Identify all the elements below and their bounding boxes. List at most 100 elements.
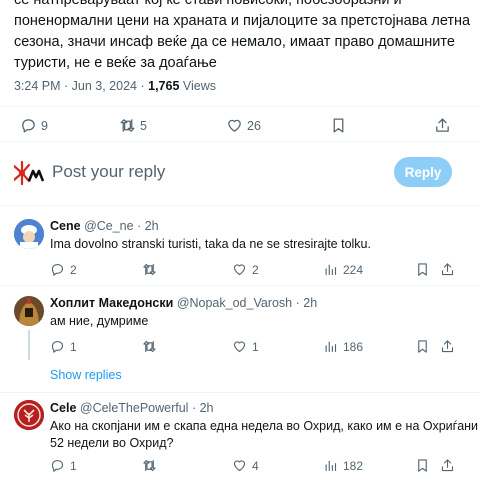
views-count: 186 (343, 339, 364, 354)
post-meta: 3:24 PM · Jun 3, 2024 · 1,765 Views (14, 79, 216, 93)
show-replies-link[interactable]: Show replies (50, 368, 122, 382)
reply-text: Ima dovolno stranski turisti, taka da ne… (50, 236, 371, 253)
post-text-line: поненормални цени на храната и пијалоцит… (14, 13, 471, 29)
views-button[interactable]: 182 (323, 458, 363, 473)
chef-avatar-icon (14, 219, 44, 249)
post-text-line: сезона, значи инсаф веќе да се немало, и… (14, 34, 455, 50)
thread-connector (28, 330, 30, 360)
like-button[interactable]: 2 (232, 262, 259, 277)
repost-button[interactable] (142, 458, 157, 473)
reply-time[interactable]: 2h (200, 401, 214, 415)
repost-icon (143, 459, 156, 472)
reply-text-line: Ima dovolno stranski turisti, taka da ne… (50, 237, 371, 251)
reply-time[interactable]: 2h (145, 219, 159, 233)
avatar[interactable] (14, 219, 44, 249)
bookmark-icon (418, 340, 427, 353)
author-name[interactable]: Cene (50, 219, 81, 233)
share-icon (441, 459, 454, 472)
divider (0, 205, 480, 206)
like-button[interactable]: 26 (226, 117, 261, 134)
reply-count: 2 (70, 262, 77, 277)
reply-count: 1 (70, 458, 77, 473)
analytics-icon (325, 460, 337, 472)
repost-button[interactable] (142, 262, 157, 277)
reply-count: 1 (70, 339, 77, 354)
reply-icon (51, 263, 64, 276)
repost-icon (120, 119, 135, 132)
reply-author-line: Cene @Ce_ne · 2h (50, 219, 159, 233)
views-button[interactable]: 224 (323, 262, 363, 277)
reply-time[interactable]: 2h (303, 296, 317, 310)
reply-icon (51, 459, 64, 472)
bookmark-icon (333, 118, 344, 133)
share-icon (441, 340, 454, 353)
heart-icon (233, 341, 246, 353)
repost-icon (143, 340, 156, 353)
hoplite-avatar-icon (14, 296, 44, 326)
user-avatar[interactable] (12, 160, 45, 186)
share-button[interactable] (440, 339, 455, 354)
tweet-detail-page: се натпреваруваат кој ќе стави повисоки,… (0, 0, 480, 480)
author-handle[interactable]: @CeleThePowerful (80, 401, 189, 415)
repost-count: 5 (140, 118, 147, 133)
tree-emblem-avatar-icon (14, 400, 44, 430)
like-count: 26 (247, 118, 261, 133)
share-button[interactable] (440, 262, 455, 277)
repost-button[interactable] (142, 339, 157, 354)
share-icon (441, 263, 454, 276)
like-count: 4 (252, 458, 259, 473)
bookmark-icon (418, 263, 427, 276)
views-button[interactable]: 186 (323, 339, 363, 354)
post-views-label: Views (182, 79, 217, 93)
divider (0, 106, 480, 107)
reply-text-line: 52 недели во Охрид? (50, 436, 174, 450)
divider (0, 392, 480, 393)
reply-icon (22, 119, 35, 133)
post-views-count: 1,765 (148, 79, 180, 93)
author-name[interactable]: Cele (50, 401, 76, 415)
heart-icon (233, 460, 246, 472)
share-icon (436, 118, 449, 132)
post-text-line: се натпреваруваат кој ќе стави повисоки,… (14, 0, 402, 8)
author-handle[interactable]: @Ce_ne (84, 219, 134, 233)
avatar[interactable] (14, 400, 44, 430)
heart-icon (228, 119, 241, 132)
post-text-line: туристи, не е веќе за доаѓање (14, 55, 217, 71)
reply-text: Ако на скопјани им е скапа една недела в… (50, 418, 478, 452)
reply-author-line: Хоплит Македонски @Nopak_od_Varosh · 2h (50, 296, 317, 310)
separator-dot: · (137, 219, 142, 233)
share-button[interactable] (434, 117, 451, 134)
views-count: 224 (343, 262, 364, 277)
reply-button[interactable]: 9 (20, 117, 48, 134)
bookmark-icon (418, 459, 427, 472)
post-timestamp[interactable]: 3:24 PM · Jun 3, 2024 · (14, 79, 145, 93)
avatar[interactable] (14, 296, 44, 326)
divider (0, 141, 480, 142)
heart-icon (233, 264, 246, 276)
like-button[interactable]: 4 (232, 458, 259, 473)
repost-button[interactable]: 5 (119, 117, 147, 134)
reply-input[interactable]: Post your reply (52, 162, 165, 182)
reply-text-line: Ако на скопјани им е скапа една недела в… (50, 419, 479, 433)
bookmark-button[interactable] (415, 262, 430, 277)
reply-button[interactable]: 2 (50, 262, 77, 277)
reply-author-line: Cele @CeleThePowerful · 2h (50, 401, 214, 415)
analytics-icon (325, 264, 337, 276)
bookmark-button[interactable] (330, 117, 347, 134)
author-name[interactable]: Хоплит Македонски (50, 296, 173, 310)
post-text: се натпреваруваат кој ќе стави повисоки,… (14, 0, 470, 74)
separator-dot: · (295, 296, 300, 310)
reply-submit-button[interactable]: Reply (394, 157, 452, 187)
bookmark-button[interactable] (415, 458, 430, 473)
reply-button[interactable]: 1 (50, 339, 77, 354)
like-count: 2 (252, 262, 259, 277)
separator-dot: · (191, 401, 197, 415)
like-button[interactable]: 1 (232, 339, 259, 354)
author-handle[interactable]: @Nopak_od_Varosh (177, 296, 292, 310)
share-button[interactable] (440, 458, 455, 473)
reply-button[interactable]: 1 (50, 458, 77, 473)
repost-icon (143, 263, 156, 276)
bookmark-button[interactable] (415, 339, 430, 354)
sun-logo-icon (12, 160, 45, 186)
reply-text: ам ние, думриме (50, 313, 148, 330)
